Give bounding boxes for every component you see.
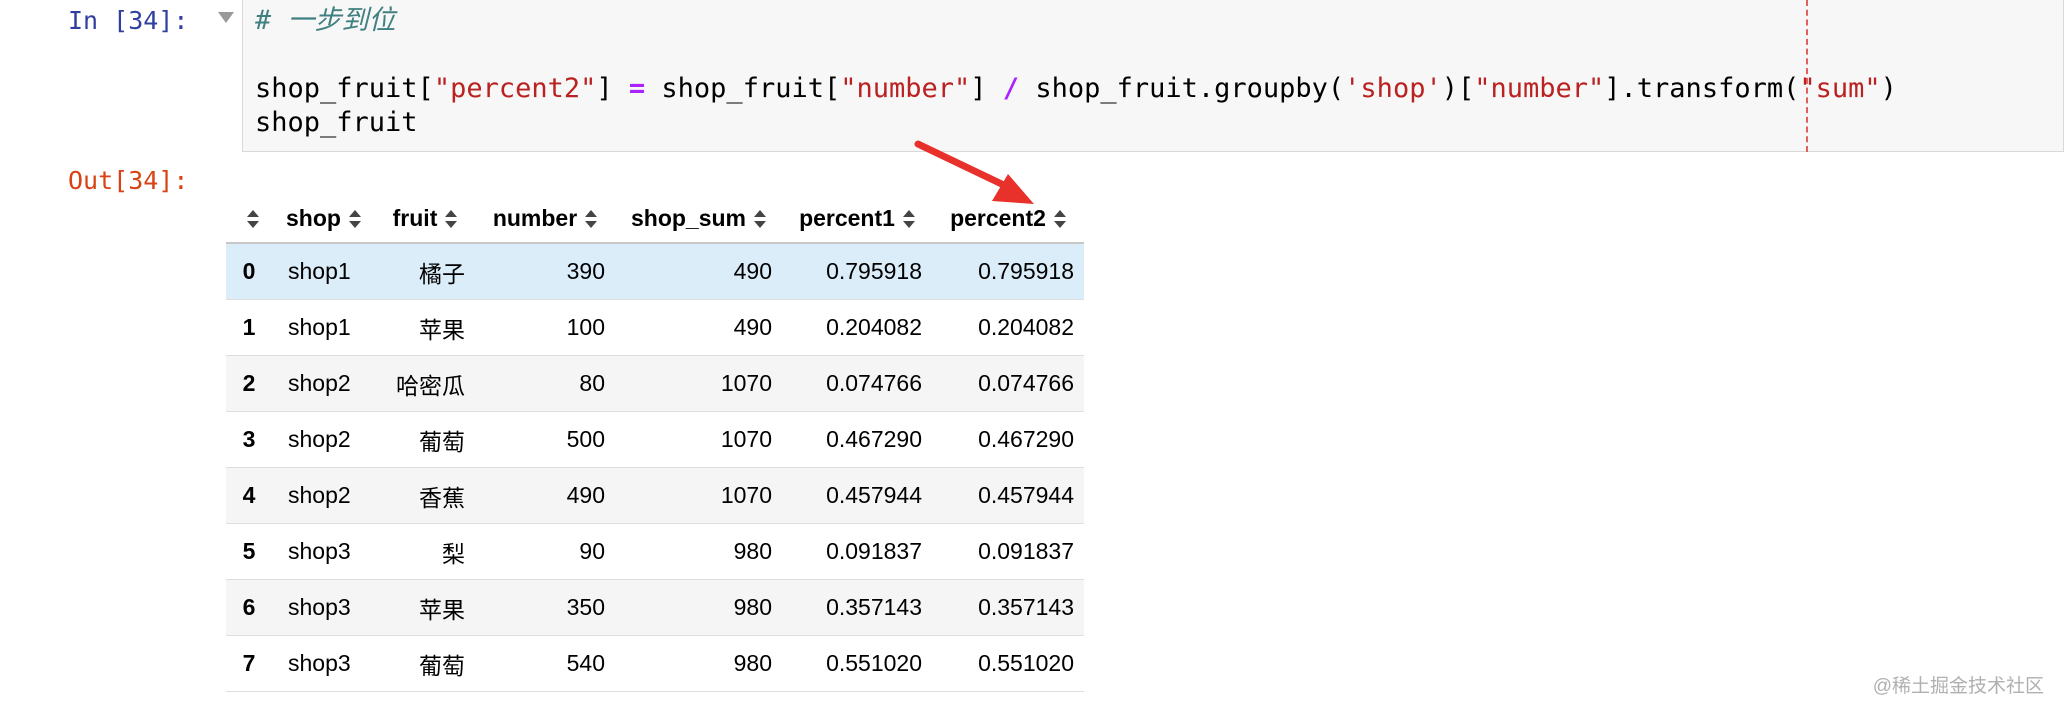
annotation-arrow-icon	[914, 140, 1034, 204]
watermark: @稀土掘金技术社区	[1872, 676, 2044, 697]
